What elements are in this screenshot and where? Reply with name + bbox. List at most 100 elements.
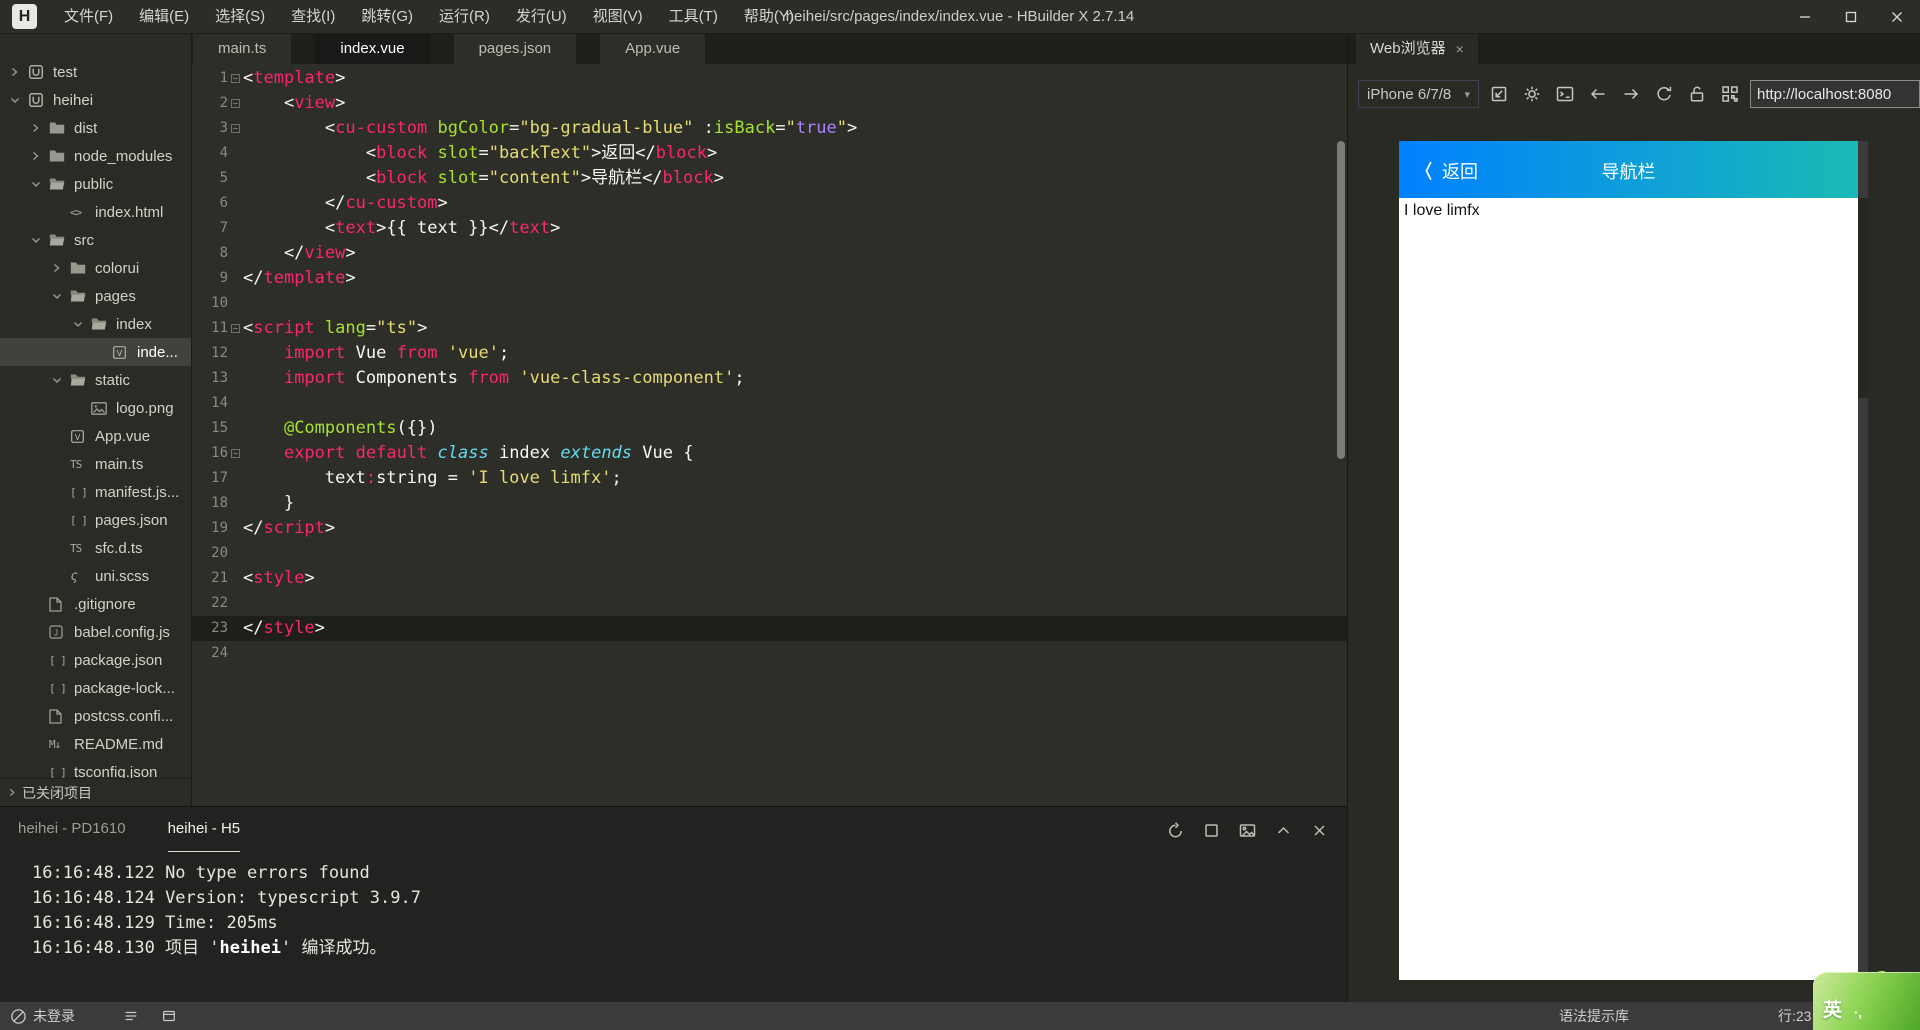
tree-item[interactable]: dist [0,114,191,142]
editor-tab-pages.json[interactable]: pages.json [453,34,577,64]
code-line[interactable]: 11 <script lang="ts"> [192,316,1347,341]
console-icon[interactable] [1554,83,1576,105]
restart-icon[interactable] [1164,819,1186,841]
line-number-status[interactable]: 行:23 [1778,1002,1811,1030]
fold-icon[interactable] [231,324,240,333]
console-tab[interactable]: heihei - H5 [167,808,241,852]
tree-item[interactable]: [ ] manifest.js... [0,478,191,506]
code-line[interactable]: 23 </style> [192,616,1347,641]
tree-item[interactable]: V App.vue [0,422,191,450]
code-line[interactable]: 22 [192,591,1347,616]
chevron-down-icon[interactable] [73,320,91,329]
code-line[interactable]: 15 @Components({}) [192,416,1347,441]
tree-item[interactable]: TS main.ts [0,450,191,478]
account-icon[interactable] [10,1008,27,1025]
menu-item-5[interactable]: 运行(R) [426,0,503,34]
chevron-down-icon[interactable] [31,180,49,189]
menu-item-0[interactable]: 文件(F) [51,0,126,34]
tree-item[interactable]: static [0,366,191,394]
menu-item-9[interactable]: 帮助(Y) [731,0,807,34]
panel-icon[interactable] [161,1008,177,1024]
preview-scrollbar-thumb[interactable] [1858,198,1868,398]
tree-item[interactable]: ς uni.scss [0,562,191,590]
chevron-right-icon[interactable] [10,67,28,77]
code-line[interactable]: 9 </template> [192,266,1347,291]
tree-item[interactable]: [ ] pages.json [0,506,191,534]
code-line[interactable]: 21 <style> [192,566,1347,591]
tree-item[interactable]: <> index.html [0,198,191,226]
menu-item-2[interactable]: 选择(S) [202,0,278,34]
tree-item[interactable]: public [0,170,191,198]
tree-item[interactable]: pages [0,282,191,310]
login-status[interactable]: 未登录 [33,1006,75,1026]
chevron-down-icon[interactable] [52,292,70,301]
code-line[interactable]: 24 [192,641,1347,666]
fold-icon[interactable] [231,74,240,83]
qrcode-icon[interactable] [1719,83,1741,105]
menu-item-7[interactable]: 视图(V) [580,0,656,34]
preview-scrollbar[interactable] [1858,141,1868,980]
chevron-right-icon[interactable] [31,123,49,133]
code-line[interactable]: 4 <block slot="backText">返回</block> [192,141,1347,166]
code-line[interactable]: 7 <text>{{ text }}</text> [192,216,1347,241]
tree-item[interactable]: test [0,58,191,86]
tree-item[interactable]: [ ] package.json [0,646,191,674]
tree-item[interactable]: index [0,310,191,338]
editor-scrollbar[interactable] [1337,141,1345,459]
device-select[interactable]: iPhone 6/7/8 ▾ [1358,80,1479,108]
code-line[interactable]: 8 </view> [192,241,1347,266]
tree-item[interactable]: .gitignore [0,590,191,618]
menu-item-4[interactable]: 跳转(G) [348,0,426,34]
chevron-right-icon[interactable] [52,263,70,273]
code-line[interactable]: 1 <template> [192,66,1347,91]
chevron-down-icon[interactable] [10,96,28,105]
outline-icon[interactable] [123,1008,139,1024]
menu-item-3[interactable]: 查找(I) [278,0,348,34]
lock-icon[interactable] [1686,83,1708,105]
forward-icon[interactable] [1620,83,1642,105]
code-line[interactable]: 16 export default class index extends Vu… [192,441,1347,466]
maximize-icon[interactable] [1828,0,1874,34]
syntax-library-status[interactable]: 语法提示库 [1559,1002,1629,1030]
code-line[interactable]: 20 [192,541,1347,566]
code-line[interactable]: 19 </script> [192,516,1347,541]
fold-icon[interactable] [231,449,240,458]
code-line[interactable]: 17 text:string = 'I love limfx'; [192,466,1347,491]
tree-item[interactable]: postcss.confi... [0,702,191,730]
url-input[interactable] [1750,80,1920,108]
tab-web-browser[interactable]: Web浏览器 × [1356,34,1478,64]
tree-item[interactable]: Vinde... [0,338,191,366]
fold-icon[interactable] [231,99,240,108]
code-editor[interactable]: 1 <template> 2 <view> 3 <cu-custom bgColor=… [192,64,1347,806]
code-line[interactable]: 18 } [192,491,1347,516]
menu-item-8[interactable]: 工具(T) [656,0,731,34]
code-line[interactable]: 12 import Vue from 'vue'; [192,341,1347,366]
editor-tab-main.ts[interactable]: main.ts [193,34,292,64]
editor-tab-App.vue[interactable]: App.vue [600,34,706,64]
chevron-right-icon[interactable] [31,151,49,161]
tree-item[interactable]: heihei [0,86,191,114]
stop-icon[interactable] [1200,819,1222,841]
settings-icon[interactable] [1521,83,1543,105]
menu-item-1[interactable]: 编辑(E) [126,0,202,34]
tree-item[interactable]: [ ] package-lock... [0,674,191,702]
tree-item[interactable]: Jbabel.config.js [0,618,191,646]
clear-icon[interactable] [1308,819,1330,841]
screenshot-icon[interactable] [1236,819,1258,841]
refresh-icon[interactable] [1653,83,1675,105]
code-line[interactable]: 3 <cu-custom bgColor="bg-gradual-blue" :… [192,116,1347,141]
tree-item[interactable]: src [0,226,191,254]
closed-projects-bar[interactable]: 已关闭项目 [0,778,191,806]
back-icon[interactable] [1587,83,1609,105]
code-line[interactable]: 2 <view> [192,91,1347,116]
tab-close-icon[interactable]: × [1456,34,1464,64]
tree-item[interactable]: logo.png [0,394,191,422]
minimize-icon[interactable] [1782,0,1828,34]
editor-tab-index.vue[interactable]: index.vue [315,34,430,64]
close-icon[interactable] [1874,0,1920,34]
code-line[interactable]: 13 import Components from 'vue-class-com… [192,366,1347,391]
code-line[interactable]: 10 [192,291,1347,316]
chevron-down-icon[interactable] [31,236,49,245]
menu-item-6[interactable]: 发行(U) [503,0,580,34]
tree-item[interactable]: node_modules [0,142,191,170]
